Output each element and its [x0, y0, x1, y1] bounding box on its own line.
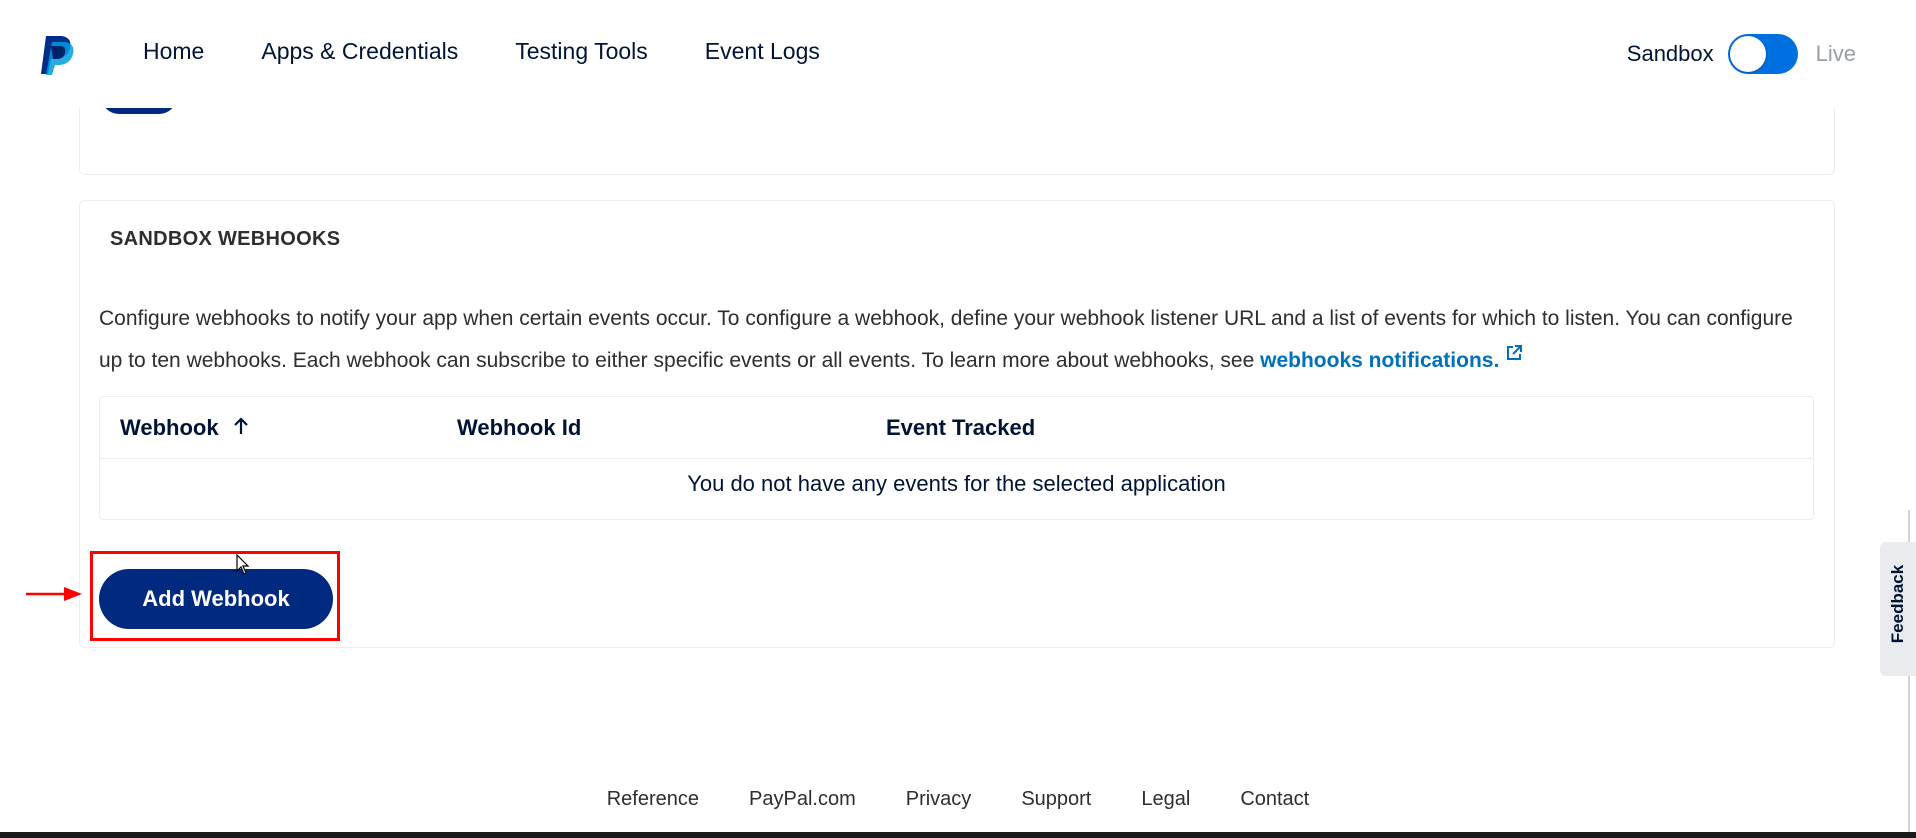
nav-event-logs[interactable]: Event Logs [705, 36, 820, 66]
webhooks-table: Webhook Webhook Id Event Tracked You do … [99, 396, 1814, 520]
footer-link-contact[interactable]: Contact [1240, 788, 1309, 811]
sandbox-label: Sandbox [1626, 41, 1714, 66]
red-arrow-icon [26, 587, 82, 601]
footer: Reference PayPal.com Privacy Support Leg… [0, 788, 1916, 811]
nav-apps-credentials[interactable]: Apps & Credentials [261, 36, 458, 66]
feedback-label: Feedback [1888, 564, 1907, 644]
column-webhook-label: Webhook [120, 415, 219, 440]
nav-home[interactable]: Home [143, 36, 204, 66]
arrow-up-icon [233, 417, 248, 434]
feedback-tab[interactable]: Feedback [1880, 542, 1916, 676]
external-link-icon [1507, 345, 1523, 360]
mouse-cursor-icon [236, 554, 250, 575]
add-webhook-button[interactable]: Add Webhook [99, 569, 333, 629]
environment-switch: Sandbox Live [1627, 34, 1856, 74]
bottom-strip [0, 832, 1916, 838]
table-header: Webhook Webhook Id Event Tracked [100, 397, 1813, 459]
live-label: Live [1815, 41, 1856, 66]
footer-link-reference[interactable]: Reference [607, 788, 699, 811]
webhooks-notifications-link[interactable]: webhooks notifications. [1260, 345, 1523, 372]
column-event-tracked: Event Tracked [886, 415, 1036, 440]
footer-link-legal[interactable]: Legal [1141, 788, 1190, 811]
column-webhook[interactable]: Webhook [120, 415, 249, 441]
previous-card [79, 108, 1835, 175]
column-webhook-id: Webhook Id [457, 415, 582, 440]
top-navigation: Home Apps & Credentials Testing Tools Ev… [0, 0, 1916, 108]
empty-message: You do not have any events for the selec… [687, 471, 1226, 496]
link-text: webhooks notifications. [1260, 349, 1500, 372]
footer-link-support[interactable]: Support [1021, 788, 1091, 811]
nav-testing-tools[interactable]: Testing Tools [515, 36, 648, 66]
footer-link-paypal[interactable]: PayPal.com [749, 788, 856, 811]
main-nav: Home Apps & Credentials Testing Tools Ev… [143, 36, 877, 66]
environment-toggle[interactable] [1727, 34, 1798, 74]
description-text: Configure webhooks to notify your app wh… [99, 307, 1793, 372]
paypal-logo-icon[interactable] [40, 34, 76, 76]
section-title: SANDBOX WEBHOOKS [110, 228, 341, 250]
webhooks-description: Configure webhooks to notify your app wh… [99, 298, 1819, 382]
toggle-knob [1729, 36, 1766, 72]
footer-link-privacy[interactable]: Privacy [906, 788, 972, 811]
